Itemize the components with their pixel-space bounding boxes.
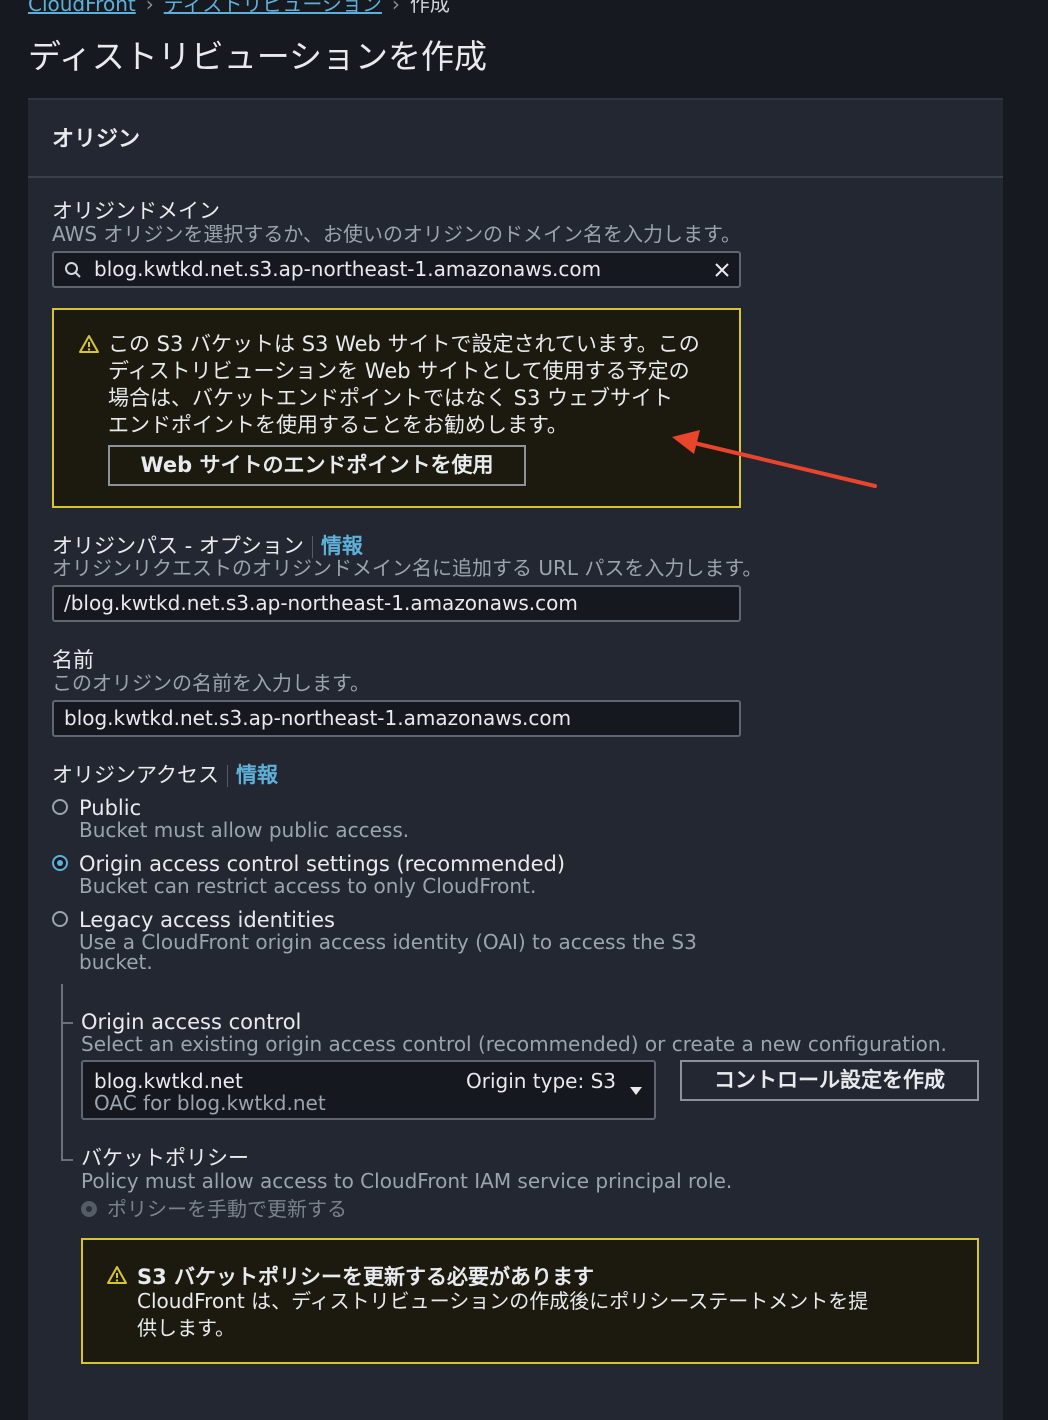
origin-path-value: /blog.kwtkd.net.s3.ap-northeast-1.amazon… (64, 591, 578, 615)
origin-path-label-row: オリジンパス - オプション 情報 (52, 534, 363, 558)
update-policy-manually-label: ポリシーを手動で更新する (107, 1197, 347, 1221)
option-legacy-label[interactable]: Legacy access identities (79, 908, 335, 932)
name-input[interactable]: blog.kwtkd.net.s3.ap-northeast-1.amazona… (52, 700, 741, 737)
origin-domain-search-input[interactable]: blog.kwtkd.net.s3.ap-northeast-1.amazona… (52, 251, 741, 288)
option-oac-label[interactable]: Origin access control settings (recommen… (79, 852, 565, 876)
tree-line (61, 1159, 73, 1161)
website-warning-text: この S3 バケットは S3 Web サイトで設定されています。この ディストリ… (108, 331, 700, 439)
origin-path-input[interactable]: /blog.kwtkd.net.s3.ap-northeast-1.amazon… (52, 585, 741, 622)
create-control-setting-button[interactable]: コントロール設定を作成 (680, 1060, 979, 1101)
oac-label: Origin access control (81, 1010, 302, 1034)
breadcrumb-separator: › (145, 0, 154, 16)
option-public-label[interactable]: Public (79, 796, 141, 820)
bucket-policy-description: Policy must allow access to CloudFront I… (81, 1169, 733, 1193)
tree-line (61, 1022, 73, 1024)
breadcrumb-separator: › (391, 0, 400, 16)
website-warning-line: エンドポイントを使用することをお勧めします。 (108, 413, 568, 437)
radio-public[interactable] (52, 799, 68, 815)
origin-access-info-link[interactable]: 情報 (236, 763, 278, 787)
warning-icon (79, 335, 99, 353)
radio-update-policy-manually (81, 1201, 97, 1217)
origin-path-info-link[interactable]: 情報 (321, 534, 363, 558)
divider (226, 765, 228, 787)
origin-access-label: オリジンアクセス (52, 763, 219, 787)
annotation-arrow-icon (672, 430, 877, 488)
policy-warning-title: S3 バケットポリシーを更新する必要があります (137, 1265, 595, 1289)
oac-select[interactable]: blog.kwtkd.net OAC for blog.kwtkd.net Or… (81, 1060, 656, 1120)
use-website-endpoint-button[interactable]: Web サイトのエンドポイントを使用 (108, 445, 526, 486)
breadcrumb: CloudFront › ディストリビューション › 作成 (28, 0, 450, 17)
option-legacy-description-cont: bucket. (79, 950, 153, 974)
option-oac-description: Bucket can restrict access to only Cloud… (79, 874, 537, 898)
breadcrumb-distributions[interactable]: ディストリビューション (164, 0, 382, 16)
origin-access-label-row: オリジンアクセス 情報 (52, 763, 278, 787)
search-icon (65, 262, 81, 278)
radio-legacy-access-identities[interactable] (52, 911, 68, 927)
website-warning-line: 場合は、バケットエンドポイントではなく S3 ウェブサイト (108, 386, 674, 410)
origin-domain-value: blog.kwtkd.net.s3.ap-northeast-1.amazona… (94, 257, 602, 281)
divider (311, 536, 313, 558)
clear-icon[interactable] (714, 262, 730, 278)
caret-down-icon (630, 1087, 642, 1095)
option-public-description: Bucket must allow public access. (79, 818, 410, 842)
oac-origin-type: Origin type: S3 (466, 1069, 616, 1093)
warning-icon (107, 1266, 127, 1284)
name-description: このオリジンの名前を入力します。 (52, 671, 370, 695)
origin-path-label: オリジンパス - オプション (52, 534, 304, 558)
panel-header (28, 100, 1003, 178)
page-title: ディストリビューションを作成 (28, 37, 488, 76)
policy-warning-line: CloudFront は、ディストリビューションの作成後にポリシーステートメント… (137, 1289, 869, 1313)
name-value: blog.kwtkd.net.s3.ap-northeast-1.amazona… (64, 706, 572, 730)
radio-origin-access-control[interactable] (52, 855, 68, 871)
origin-domain-description: AWS オリジンを選択するか、お使いのオリジンのドメイン名を入力します。 (52, 222, 742, 246)
option-legacy-description: Use a CloudFront origin access identity … (79, 930, 697, 954)
name-label: 名前 (52, 648, 94, 672)
oac-selected-description: OAC for blog.kwtkd.net (94, 1091, 326, 1115)
origin-panel (28, 98, 1003, 1420)
origin-path-description: オリジンリクエストのオリジンドメイン名に追加する URL パスを入力します。 (52, 556, 763, 580)
breadcrumb-cloudfront[interactable]: CloudFront (28, 0, 136, 16)
oac-description: Select an existing origin access control… (81, 1032, 947, 1056)
bucket-policy-label: バケットポリシー (81, 1146, 249, 1170)
website-warning-line: ディストリビューションを Web サイトとして使用する予定の (108, 359, 690, 383)
panel-title: オリジン (52, 127, 141, 152)
oac-selected-name: blog.kwtkd.net (94, 1069, 243, 1093)
tree-line (61, 984, 63, 1160)
origin-domain-label: オリジンドメイン (52, 199, 220, 223)
website-warning-line: この S3 バケットは S3 Web サイトで設定されています。この (108, 332, 700, 356)
policy-warning-body: CloudFront は、ディストリビューションの作成後にポリシーステートメント… (137, 1288, 868, 1342)
policy-warning-line: 供します。 (137, 1316, 235, 1340)
breadcrumb-current: 作成 (409, 0, 450, 16)
